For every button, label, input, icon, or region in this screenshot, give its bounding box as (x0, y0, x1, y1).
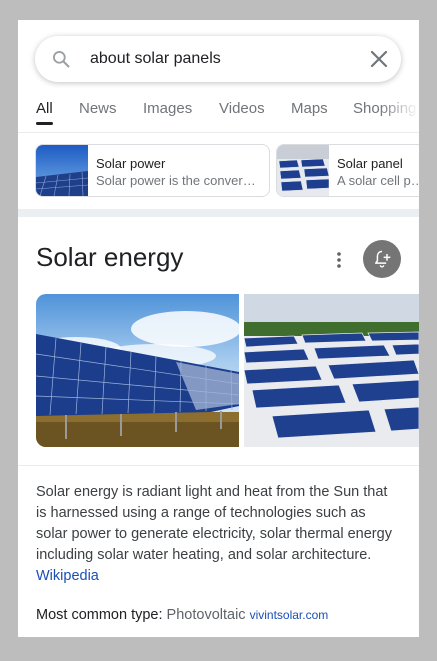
related-card-title: Solar power (96, 156, 166, 171)
solar-panel-thumbnail (277, 145, 329, 196)
rooftop-solar-image[interactable] (244, 294, 419, 447)
common-type-value: Photovoltaic (166, 607, 246, 623)
tab-images[interactable]: Images (143, 100, 192, 130)
common-type-row: Most common type: Photovoltaic vivintsol… (36, 607, 328, 623)
related-card-title: Solar panel (337, 156, 403, 171)
related-card-subtitle: Solar power is the conversion of energy … (96, 173, 261, 188)
follow-button[interactable] (363, 240, 401, 278)
more-vert-icon[interactable] (327, 248, 351, 272)
wikipedia-link[interactable]: Wikipedia (36, 568, 99, 584)
tab-all[interactable]: All (36, 100, 53, 130)
search-bar[interactable] (35, 36, 401, 82)
add-alert-icon (375, 250, 391, 268)
search-tabs: All News Images Videos Maps Shopping (18, 92, 419, 132)
description-block: Solar energy is radiant light and heat f… (36, 482, 398, 587)
related-card-solar-panel[interactable]: Solar panel A solar cell panel (276, 144, 419, 197)
tabs-fade (379, 92, 419, 132)
section-separator (18, 209, 419, 217)
knowledge-panel-title: Solar energy (36, 242, 184, 272)
related-card-subtitle: A solar cell panel (337, 173, 419, 188)
search-input[interactable] (90, 36, 360, 82)
divider (18, 465, 419, 466)
tab-news[interactable]: News (79, 100, 117, 130)
divider (18, 132, 419, 133)
search-icon (53, 51, 70, 68)
common-type-source-link[interactable]: vivintsolar.com (250, 608, 329, 622)
solar-farm-image[interactable] (36, 294, 239, 447)
description-text: Solar energy is radiant light and heat f… (36, 484, 392, 563)
related-card-solar-power[interactable]: Solar power Solar power is the conversio… (35, 144, 270, 197)
close-icon[interactable] (367, 47, 391, 71)
tab-maps[interactable]: Maps (291, 100, 328, 130)
solar-power-thumbnail (36, 145, 88, 196)
common-type-label: Most common type: (36, 607, 163, 623)
mobile-search-page: All News Images Videos Maps Shopping Sol… (18, 20, 419, 637)
tab-videos[interactable]: Videos (219, 100, 265, 130)
